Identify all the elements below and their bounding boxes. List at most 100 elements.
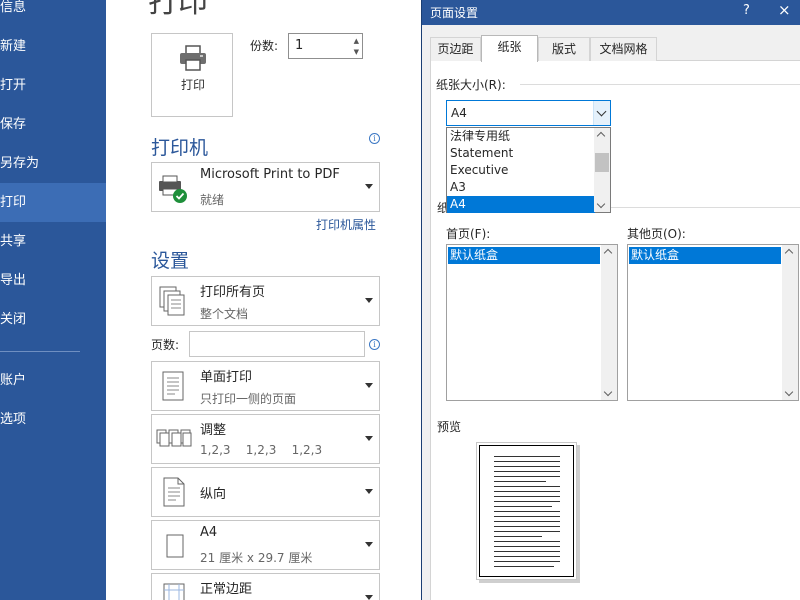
list-item-selected[interactable]: 默认纸盒 [629, 247, 781, 264]
orientation-dropdown[interactable]: 纵向 [151, 467, 380, 517]
paper-size-dropdown[interactable]: A4 21 厘米 x 29.7 厘米 [151, 520, 380, 570]
preview-text-line [494, 536, 542, 537]
other-pages-listbox[interactable]: 默认纸盒 [627, 244, 799, 401]
sides-main: 单面打印 [200, 370, 253, 385]
settings-section-title: 设置 [151, 250, 190, 272]
copies-input[interactable]: 1 ▲ ▼ [288, 33, 363, 59]
list-item-selected[interactable]: 默认纸盒 [448, 247, 600, 264]
preview-text-line [494, 561, 560, 562]
nav-item-save-as[interactable]: 另存为 [0, 144, 106, 183]
scrollbar[interactable] [594, 128, 610, 212]
nav-item-share[interactable]: 共享 [0, 222, 106, 261]
chevron-down-icon [596, 106, 607, 117]
sides-dropdown[interactable]: 单面打印 只打印一侧的页面 [151, 361, 380, 411]
print-button[interactable]: 打印 [151, 33, 233, 117]
nav-item-close[interactable]: 关闭 [0, 300, 106, 339]
combo-dropdown-button[interactable] [593, 101, 610, 125]
preview-text-line [494, 526, 560, 527]
paper-size-sub: 21 厘米 x 29.7 厘米 [200, 551, 313, 565]
scroll-down-icon[interactable] [603, 387, 613, 397]
nav-item-open[interactable]: 打开 [0, 66, 106, 105]
portrait-icon [163, 477, 185, 507]
first-page-label: 首页(F): [446, 227, 491, 241]
scrollbar[interactable] [601, 245, 617, 400]
print-range-sub: 整个文档 [200, 307, 249, 321]
preview-sheet [479, 445, 574, 577]
dropdown-arrow-icon [365, 184, 373, 189]
preview-text-line [494, 491, 560, 492]
nav-item-info[interactable]: 信息 [0, 0, 106, 27]
paper-size-value: A4 [451, 106, 467, 120]
scroll-down-icon[interactable] [784, 387, 794, 397]
nav-item-account[interactable]: 账户 [0, 361, 106, 400]
tab-paper[interactable]: 纸张 [481, 35, 538, 62]
nav-item-options[interactable]: 选项 [0, 400, 106, 439]
close-icon[interactable]: × [778, 1, 791, 19]
paper-size-main: A4 [200, 525, 218, 540]
preview-text-line [494, 476, 560, 477]
tab-layout[interactable]: 版式 [538, 37, 590, 61]
printer-name: Microsoft Print to PDF [200, 167, 340, 182]
sides-sub: 只打印一侧的页面 [200, 392, 297, 406]
preview-text-line [494, 541, 560, 542]
print-range-dropdown[interactable]: 打印所有页 整个文档 [151, 276, 380, 326]
nav-item-export[interactable]: 导出 [0, 261, 106, 300]
pages-input[interactable] [189, 331, 365, 357]
dialog-titlebar: 页面设置 ? × [422, 0, 800, 25]
print-button-label: 打印 [180, 78, 205, 92]
info-icon[interactable]: i [369, 339, 380, 350]
printer-ready-icon [159, 175, 187, 203]
list-item-selected[interactable]: A4 [447, 196, 595, 213]
spin-down-icon[interactable]: ▼ [354, 48, 359, 56]
paper-size-listbox[interactable]: 法律专用纸 Statement Executive A3 A4 [446, 127, 611, 213]
all-pages-icon [159, 286, 185, 316]
nav-item-new[interactable]: 新建 [0, 27, 106, 66]
list-item[interactable]: 法律专用纸 [447, 128, 595, 145]
dialog-title: 页面设置 [430, 6, 479, 20]
collated-icon [156, 429, 192, 447]
info-icon[interactable]: i [369, 133, 380, 144]
nav-item-save[interactable]: 保存 [0, 105, 106, 144]
paper-size-combo[interactable]: A4 [446, 100, 611, 126]
printer-properties-link[interactable]: 打印机属性 [316, 216, 376, 233]
tab-margins[interactable]: 页边距 [430, 37, 481, 61]
dropdown-arrow-icon [365, 436, 373, 441]
scroll-thumb[interactable] [595, 153, 609, 172]
preview-text-line [494, 556, 560, 557]
scrollbar[interactable] [782, 245, 798, 400]
print-range-main: 打印所有页 [200, 285, 266, 300]
preview-text-line [494, 531, 560, 532]
preview-text-line [494, 481, 546, 482]
margins-dropdown[interactable]: 正常边距 [151, 573, 380, 600]
preview-text-line [494, 471, 560, 472]
scroll-up-icon[interactable] [596, 131, 606, 141]
preview-text-line [494, 546, 560, 547]
first-page-listbox[interactable]: 默认纸盒 [446, 244, 618, 401]
help-icon[interactable]: ? [743, 3, 750, 18]
preview-text-line [494, 566, 554, 567]
preview-text-line [494, 486, 560, 487]
preview-text-line [494, 521, 560, 522]
preview-text-line [494, 456, 560, 457]
preview-text-line [494, 551, 560, 552]
other-pages-label: 其他页(O): [627, 227, 686, 241]
scroll-up-icon[interactable] [784, 248, 794, 258]
preview-text-line [494, 506, 552, 507]
preview-text-line [494, 501, 560, 502]
list-item[interactable]: Executive [447, 162, 595, 179]
nav-item-print[interactable]: 打印 [0, 183, 106, 222]
scroll-down-icon[interactable] [596, 199, 606, 209]
list-item[interactable]: A3 [447, 179, 595, 196]
margins-main: 正常边距 [200, 582, 253, 597]
preview-text-line [494, 516, 560, 517]
preview-text-line [494, 461, 560, 462]
list-item[interactable]: Statement [447, 145, 595, 162]
preview-text-line [494, 496, 560, 497]
dropdown-arrow-icon [365, 489, 373, 494]
printer-dropdown[interactable]: Microsoft Print to PDF 就绪 [151, 162, 380, 212]
collate-dropdown[interactable]: 调整 1,2,3 1,2,3 1,2,3 [151, 414, 380, 464]
spin-up-icon[interactable]: ▲ [354, 37, 359, 45]
tab-document-grid[interactable]: 文档网格 [590, 37, 657, 61]
scroll-up-icon[interactable] [603, 248, 613, 258]
copies-label: 份数: [250, 39, 279, 53]
